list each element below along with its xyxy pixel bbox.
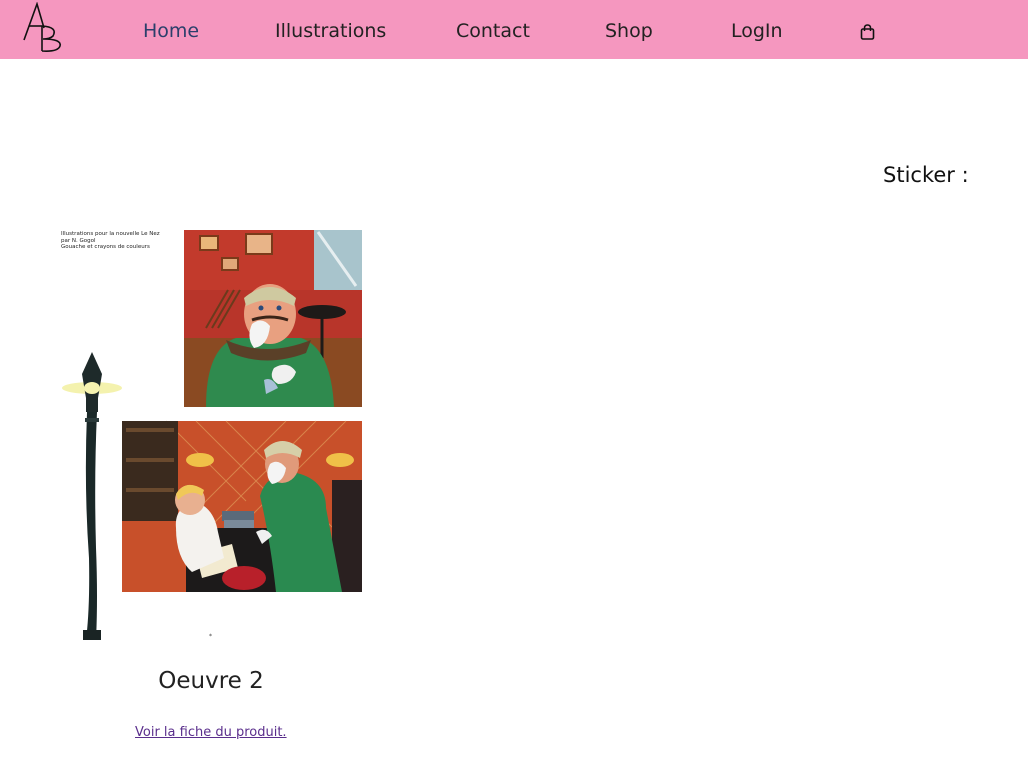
nav-illustrations[interactable]: Illustrations	[275, 19, 386, 43]
artwork-caption: Illustrations pour la nouvelle Le Nez pa…	[61, 231, 181, 251]
logo[interactable]	[22, 2, 64, 54]
product-title: Oeuvre 2	[158, 668, 264, 694]
nav-login[interactable]: LogIn	[731, 19, 783, 43]
nav-contact[interactable]: Contact	[456, 19, 530, 43]
artwork-mark: *	[209, 633, 212, 640]
shopping-bag-icon[interactable]	[860, 24, 875, 40]
nav-shop[interactable]: Shop	[605, 19, 653, 43]
product-details-link[interactable]: Voir la fiche du produit.	[135, 725, 287, 740]
top-navbar: Home Illustrations Contact Shop LogIn	[0, 0, 1028, 59]
nav-home[interactable]: Home	[143, 19, 199, 43]
caption-line: Gouache et crayons de couleurs	[61, 244, 150, 250]
sticker-label: Sticker :	[883, 163, 969, 187]
painting-top	[184, 230, 362, 407]
street-lamp	[62, 352, 122, 640]
product-artwork-image[interactable]	[56, 228, 366, 644]
painting-bottom	[122, 420, 362, 592]
